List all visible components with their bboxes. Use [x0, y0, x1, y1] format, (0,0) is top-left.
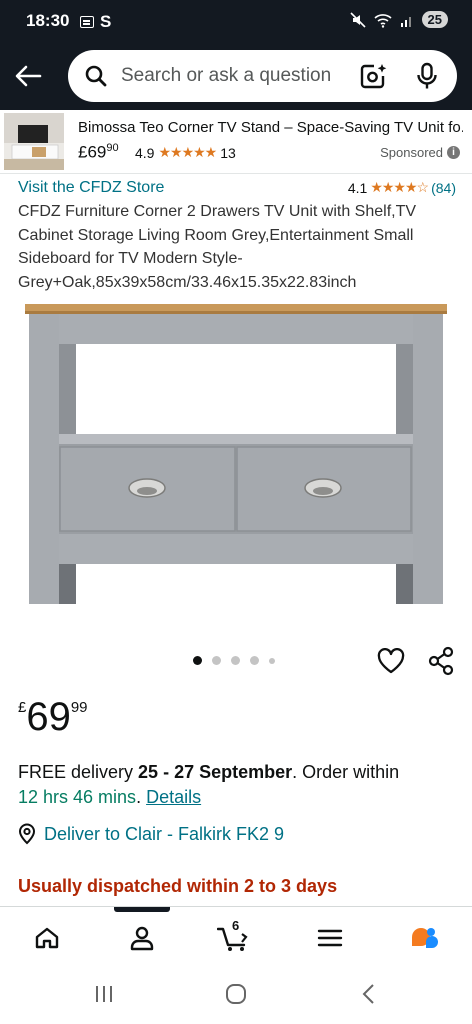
carousel-dot[interactable]	[250, 656, 259, 665]
price-currency: £	[18, 699, 27, 716]
carousel-dot[interactable]	[193, 656, 202, 665]
carousel-dot[interactable]	[212, 656, 221, 665]
status-right-icons: 25	[349, 11, 448, 28]
deliver-to-text[interactable]: Deliver to Clair - Falkirk FK2 9	[44, 824, 284, 845]
delivery-details-link[interactable]: Details	[146, 787, 201, 807]
carrier-glyph: S	[100, 12, 112, 31]
product-rating-value: 4.1	[347, 179, 368, 196]
status-bar: 18:30 S 25	[0, 0, 472, 44]
sponsored-label[interactable]: Sponsored i	[380, 145, 460, 160]
sponsored-product-thumbnail	[4, 113, 64, 170]
heart-icon[interactable]	[377, 648, 405, 674]
sponsored-rating-value: 4.9	[135, 144, 155, 161]
sponsored-review-count: 13	[220, 144, 236, 161]
sponsored-price-whole: £69	[78, 142, 107, 162]
sponsored-ad-banner[interactable]: Bimossa Teo Corner TV Stand – Space-Savi…	[0, 110, 472, 174]
deliver-to-location[interactable]: Deliver to Clair - Falkirk FK2 9	[18, 823, 284, 845]
sponsored-price-fraction: 90	[106, 142, 119, 154]
sponsored-price: £6990	[78, 142, 119, 163]
delivery-info: FREE delivery 25 - 27 September. Order w…	[18, 760, 458, 810]
status-time: 18:30	[26, 11, 70, 30]
cart-tab[interactable]: 6	[217, 918, 251, 955]
store-link[interactable]: Visit the CFDZ Store	[18, 179, 164, 197]
price-fraction: 99	[70, 699, 88, 716]
home-icon	[35, 927, 59, 949]
rufus-tab[interactable]	[407, 921, 441, 955]
share-icon[interactable]	[427, 646, 455, 676]
product-review-count[interactable]: (84)	[431, 180, 456, 196]
system-navigation-bar	[0, 966, 472, 1024]
sponsored-label-text: Sponsored	[380, 145, 443, 160]
carousel-dot[interactable]	[269, 657, 275, 664]
back-arrow-icon[interactable]	[14, 64, 42, 88]
sponsored-stars: ★★★★★	[158, 144, 217, 160]
microphone-icon[interactable]	[416, 62, 438, 90]
battery-indicator: 25	[421, 11, 448, 28]
product-rating[interactable]: 4.1 ★★★★☆ (84)	[348, 179, 456, 196]
product-title: CFDZ Furniture Corner 2 Drawers TV Unit …	[18, 203, 417, 291]
back-button-icon[interactable]	[358, 983, 380, 1005]
menu-tab[interactable]	[313, 921, 347, 955]
product-price: £6999	[18, 695, 88, 740]
product-stars: ★★★★☆	[370, 179, 429, 195]
camera-lens-icon[interactable]	[360, 63, 388, 89]
mute-icon	[349, 11, 366, 28]
image-carousel-dots[interactable]	[193, 656, 275, 665]
gallery-icon	[80, 16, 94, 28]
wifi-icon	[373, 13, 392, 28]
menu-icon	[317, 929, 343, 947]
location-pin-icon	[18, 823, 36, 845]
account-tab[interactable]	[125, 921, 159, 955]
cart-count: 6	[232, 918, 240, 933]
home-button-icon[interactable]	[225, 983, 247, 1005]
delivery-dates: 25 - 27 September	[138, 762, 293, 782]
search-bar[interactable]: Search or ask a question	[68, 50, 457, 102]
search-header: Search or ask a question	[0, 44, 472, 110]
delivery-prefix: FREE delivery	[18, 762, 139, 782]
sponsored-title: Bimossa Teo Corner TV Stand – Space-Savi…	[78, 119, 463, 136]
search-input[interactable]: Search or ask a question	[121, 65, 331, 87]
product-image[interactable]	[18, 296, 454, 616]
dispatch-status: Usually dispatched within 2 to 3 days	[18, 876, 338, 896]
price-whole: 69	[26, 695, 71, 739]
sponsored-rating: 4.9 ★★★★★ 13	[135, 144, 236, 161]
carousel-dot[interactable]	[231, 656, 240, 665]
delivery-dot: .	[136, 787, 147, 807]
search-icon	[85, 65, 107, 87]
rufus-icon	[412, 928, 438, 948]
delivery-countdown: 12 hrs 46 mins	[18, 787, 137, 807]
active-tab-indicator	[114, 907, 170, 912]
signal-icon	[400, 16, 411, 27]
info-icon[interactable]: i	[447, 146, 460, 159]
home-tab[interactable]	[30, 921, 64, 955]
delivery-mid: . Order within	[292, 762, 400, 782]
bottom-navigation: 6	[0, 906, 472, 966]
status-left-icons: S	[80, 12, 111, 32]
account-icon	[130, 926, 154, 951]
recent-apps-icon[interactable]	[93, 983, 115, 1005]
